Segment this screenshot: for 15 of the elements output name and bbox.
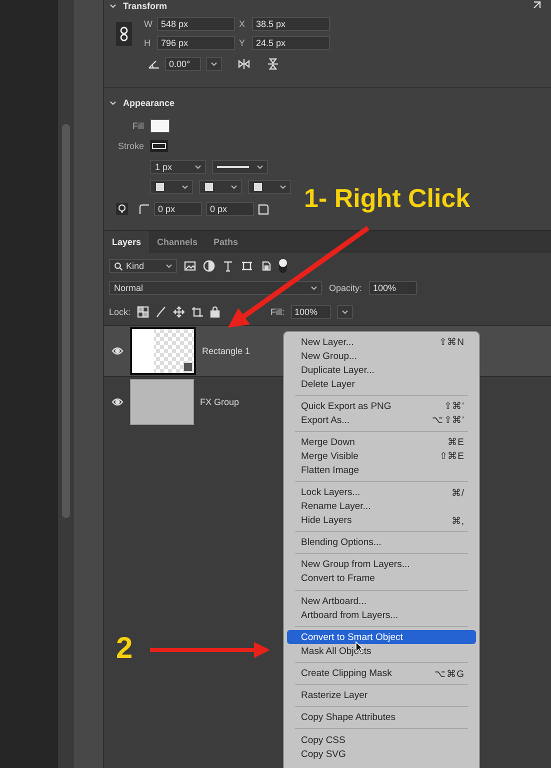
section-title: Transform: [123, 1, 168, 11]
layer-name: Rectangle 1: [202, 346, 250, 356]
field-label: X: [239, 19, 246, 29]
field-label: W: [144, 19, 152, 29]
annotation-label: 2: [116, 632, 133, 666]
field-label: Y: [239, 38, 246, 48]
fill-label: Fill:: [270, 307, 285, 317]
section-title: Appearance: [123, 98, 175, 108]
field-label: H: [144, 38, 152, 48]
lock-label: Lock:: [109, 307, 131, 317]
opacity-label: Opacity:: [329, 283, 362, 293]
layer-name: FX Group: [200, 397, 240, 407]
field-label: Stroke: [116, 141, 144, 151]
field-label: Fill: [132, 121, 144, 131]
annotation-label: 1- Right Click: [304, 183, 470, 214]
